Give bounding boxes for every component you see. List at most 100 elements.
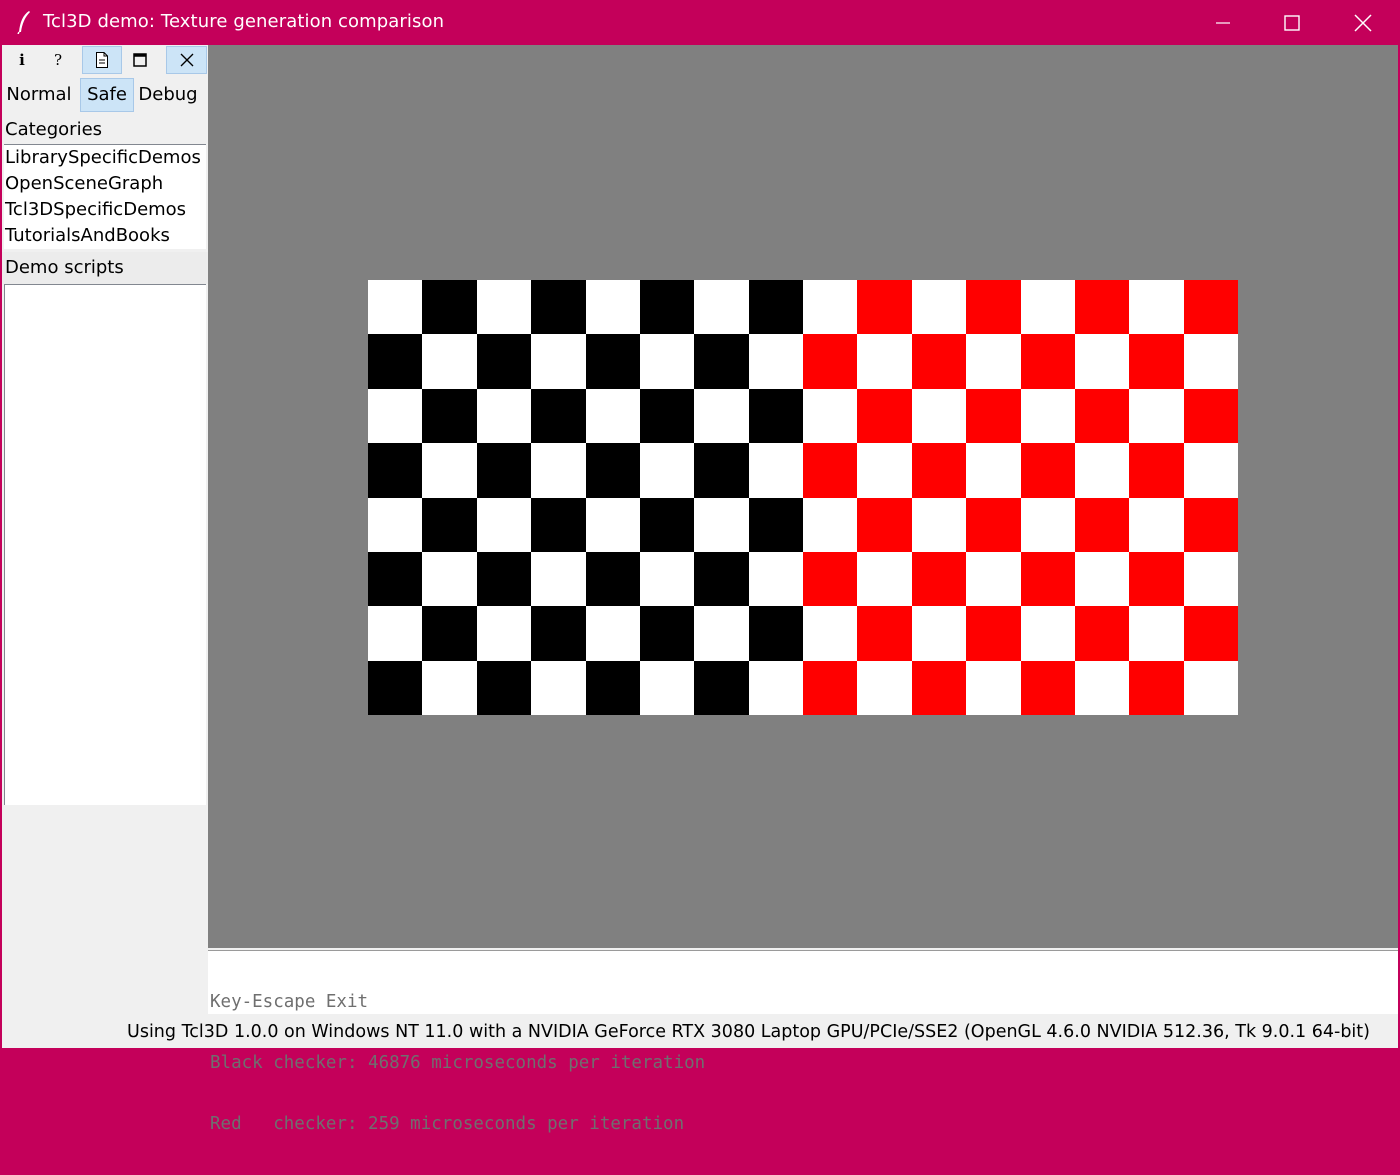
list-item[interactable]: OpenSceneGraph <box>4 171 206 197</box>
black-checker-cell <box>368 606 422 661</box>
red-checker-cell <box>1129 661 1184 715</box>
opengl-viewport[interactable] <box>208 45 1398 948</box>
mode-debug-button[interactable]: Debug <box>136 78 200 112</box>
red-checker-cell <box>966 552 1021 606</box>
list-item[interactable]: LibrarySpecificDemos <box>4 145 206 171</box>
list-item[interactable]: Tcl3DSpecificDemos <box>4 197 206 223</box>
black-checker-cell <box>694 661 749 715</box>
square-icon <box>133 53 147 67</box>
sidebar: i ? Normal Safe Debug Categories Library… <box>2 45 208 950</box>
black-checker-cell <box>694 389 749 443</box>
red-checker-cell <box>1021 443 1075 498</box>
red-checker-cell <box>1075 334 1129 389</box>
black-checker-cell <box>477 606 531 661</box>
black-checker-cell <box>422 498 477 552</box>
black-checker-cell <box>586 443 640 498</box>
title-bar[interactable]: Tcl3D demo: Texture generation compariso… <box>0 0 1400 45</box>
red-checker-cell <box>912 606 966 661</box>
red-checker-cell <box>1021 334 1075 389</box>
red-checker-cell <box>966 606 1021 661</box>
black-checker-cell <box>640 334 694 389</box>
black-checker-cell <box>749 498 803 552</box>
black-checker-cell <box>694 280 749 334</box>
console-line: Key-Escape Exit <box>210 992 369 1012</box>
demo-scripts-label: Demo scripts <box>5 257 124 278</box>
fullscreen-button[interactable] <box>120 46 160 74</box>
info-button[interactable]: i <box>2 46 42 74</box>
black-checker-cell <box>368 389 422 443</box>
black-checker-cell <box>749 552 803 606</box>
red-checker-cell <box>857 552 912 606</box>
black-checker-cell <box>640 389 694 443</box>
black-checker-cell <box>422 280 477 334</box>
exit-button[interactable] <box>166 46 207 74</box>
red-checker-cell <box>912 334 966 389</box>
red-checker-cell <box>1075 552 1129 606</box>
client-area: i ? Normal Safe Debug Categories Library… <box>2 45 1398 1134</box>
maximize-button[interactable] <box>1257 0 1327 45</box>
categories-label: Categories <box>5 119 103 140</box>
red-checker-cell <box>857 443 912 498</box>
red-checker-cell <box>1129 389 1184 443</box>
red-checker-cell <box>1184 552 1238 606</box>
black-checker-cell <box>477 280 531 334</box>
black-checker-cell <box>586 334 640 389</box>
close-window-button[interactable] <box>1328 0 1398 45</box>
black-checker-cell <box>531 552 586 606</box>
black-checker-cell <box>694 498 749 552</box>
red-checker-cell <box>1129 334 1184 389</box>
help-button[interactable]: ? <box>38 46 78 74</box>
red-checker-cell <box>1021 389 1075 443</box>
red-checker-cell <box>857 334 912 389</box>
red-checker-cell <box>857 661 912 715</box>
black-checker-cell <box>749 606 803 661</box>
red-checker-cell <box>1184 389 1238 443</box>
black-checker-cell <box>640 606 694 661</box>
help-icon: ? <box>53 51 63 69</box>
minimize-button[interactable] <box>1188 0 1258 45</box>
maximize-icon <box>1284 14 1300 31</box>
mode-normal-button[interactable]: Normal <box>4 78 74 112</box>
red-checker-cell <box>966 334 1021 389</box>
list-item[interactable]: TutorialsAndBooks <box>4 223 206 249</box>
document-icon <box>96 52 108 68</box>
black-checker-cell <box>422 606 477 661</box>
black-checker-cell <box>531 389 586 443</box>
red-checker-cell <box>1184 498 1238 552</box>
black-checker-cell <box>586 661 640 715</box>
black-checker-cell <box>640 552 694 606</box>
red-checker-cell <box>803 334 857 389</box>
black-checker-cell <box>531 498 586 552</box>
black-checker-cell <box>477 552 531 606</box>
black-checker-cell <box>368 661 422 715</box>
console-line: Black checker: 46876 microseconds per it… <box>210 1053 706 1073</box>
info-icon: i <box>19 51 25 69</box>
demo-scripts-list[interactable] <box>4 284 206 805</box>
black-checker-cell <box>422 552 477 606</box>
red-checker-cell <box>1021 606 1075 661</box>
status-bar: Using Tcl3D 1.0.0 on Windows NT 11.0 wit… <box>127 1022 1370 1042</box>
red-checker-cell <box>1184 606 1238 661</box>
black-checker-cell <box>694 443 749 498</box>
red-checker-cell <box>803 443 857 498</box>
black-checker-cell <box>531 606 586 661</box>
mode-safe-button[interactable]: Safe <box>80 78 134 112</box>
red-checker-cell <box>966 280 1021 334</box>
red-checker-cell <box>1075 280 1129 334</box>
red-checker-cell <box>1184 280 1238 334</box>
red-checker-cell <box>857 498 912 552</box>
black-checker-cell <box>368 552 422 606</box>
close-icon <box>1354 13 1372 32</box>
red-checker-cell <box>912 389 966 443</box>
toolbar: i ? <box>2 45 208 75</box>
red-checker-cell <box>912 498 966 552</box>
source-button[interactable] <box>82 46 122 74</box>
categories-list[interactable]: LibrarySpecificDemos OpenSceneGraph Tcl3… <box>4 144 206 249</box>
feather-icon <box>17 11 30 34</box>
red-checker-cell <box>803 498 857 552</box>
black-checker-cell <box>640 661 694 715</box>
close-icon <box>180 53 193 67</box>
red-checker-cell <box>1075 443 1129 498</box>
console-line: Red checker: 259 microseconds per iterat… <box>210 1114 685 1134</box>
black-checker-cell <box>531 334 586 389</box>
